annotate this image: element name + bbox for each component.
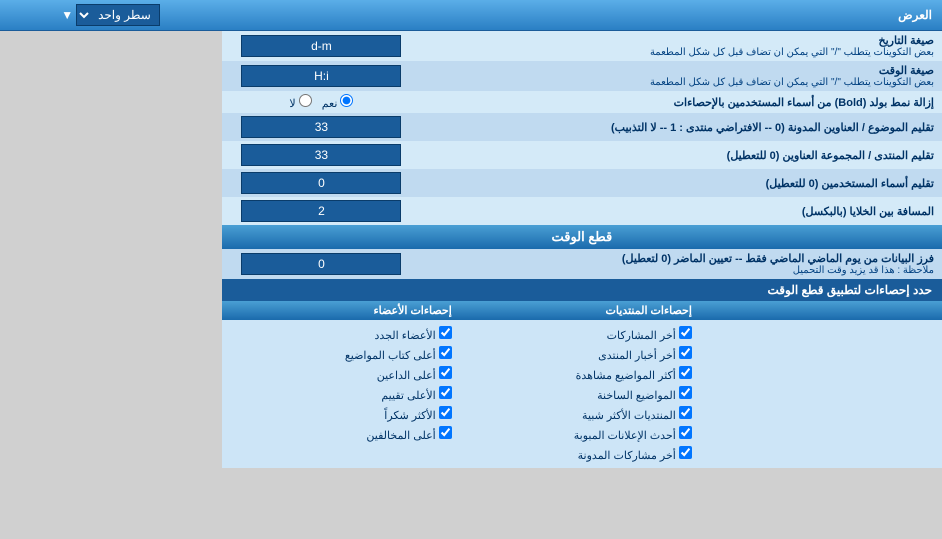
stats-empty-col — [702, 320, 942, 468]
radio-no-label: لا — [289, 94, 311, 110]
date-format-input[interactable] — [241, 35, 401, 57]
cb-top-writers[interactable] — [439, 346, 452, 359]
time-cut-input[interactable] — [241, 253, 401, 275]
cell-spacing-input[interactable] — [241, 200, 401, 222]
time-cut-row: فرز البيانات من يوم الماضي الماضي فقط --… — [0, 249, 942, 279]
cb-row-ads: أحدث الإعلانات المبوبة — [472, 424, 692, 444]
radio-yes[interactable] — [340, 94, 353, 107]
username-trim-label: تقليم أسماء المستخدمين (0 للتعطيل) — [427, 177, 934, 190]
col3-header — [702, 301, 942, 320]
stats-member-col: الأعضاء الجدد أعلى كتاب المواضيع أعلى ال… — [222, 320, 462, 468]
bold-remove-label: إزالة نمط بولد (Bold) من أسماء المستخدمي… — [427, 96, 934, 109]
stats-section: حدد إحصاءات لتطبيق قطع الوقت إحصاءات الم… — [222, 279, 942, 468]
radio-yes-label: نعم — [322, 94, 354, 110]
cb-row-shares: أخر المشاركات — [472, 324, 692, 344]
cell-spacing-row: المسافة بين الخلايا (بالبكسل) — [0, 197, 942, 225]
cb-hot[interactable] — [679, 386, 692, 399]
cb-row-blog: أخر مشاركات المدونة — [472, 444, 692, 464]
time-format-row: صيغة الوقت بعض التكوينات يتطلب "/" التي … — [0, 61, 942, 91]
time-format-input[interactable] — [241, 65, 401, 87]
time-format-label: صيغة الوقت — [427, 64, 934, 77]
display-mode-select[interactable]: سطر واحد سطرين ثلاثة أسطر — [76, 4, 160, 26]
cb-row-news: أخر أخبار المنتدى — [472, 344, 692, 364]
topic-order-label: تقليم الموضوع / العناوين المدونة (0 -- ا… — [427, 121, 934, 134]
forum-order-input[interactable] — [241, 144, 401, 166]
stats-forum-col: أخر المشاركات أخر أخبار المنتدى أكثر الم… — [462, 320, 702, 468]
cb-popular[interactable] — [679, 406, 692, 419]
stats-row: حدد إحصاءات لتطبيق قطع الوقت إحصاءات الم… — [0, 279, 942, 468]
col1-header: إحصاءات المنتديات — [462, 301, 702, 320]
cb-row-most-thanks: الأكثر شكراً — [232, 404, 452, 424]
forum-order-label: تقليم المنتدى / المجموعة العناوين (0 للت… — [427, 149, 934, 162]
cb-new-members[interactable] — [439, 326, 452, 339]
header-row: العرض سطر واحد سطرين ثلاثة أسطر ▼ — [0, 0, 942, 31]
time-format-sublabel: بعض التكوينات يتطلب "/" التي يمكن ان تضا… — [427, 77, 934, 88]
page-title: العرض — [898, 8, 932, 22]
cb-row-top-writers: أعلى كتاب المواضيع — [232, 344, 452, 364]
date-format-sublabel: بعض التكوينات يتطلب "/" التي يمكن ان تضا… — [427, 47, 934, 58]
date-format-label: صيغة التاريخ — [427, 34, 934, 47]
bold-remove-row: إزالة نمط بولد (Bold) من أسماء المستخدمي… — [0, 91, 942, 113]
cb-top-inviters[interactable] — [439, 366, 452, 379]
cb-row-top-inviters: أعلى الداعين — [232, 364, 452, 384]
stats-header: حدد إحصاءات لتطبيق قطع الوقت — [222, 279, 942, 301]
cb-row-new-members: الأعضاء الجدد — [232, 324, 452, 344]
username-trim-row: تقليم أسماء المستخدمين (0 للتعطيل) — [0, 169, 942, 197]
time-cut-label: فرز البيانات من يوم الماضي الماضي فقط --… — [427, 252, 934, 265]
col2-header: إحصاءات الأعضاء — [222, 301, 462, 320]
cb-shares[interactable] — [679, 326, 692, 339]
topic-order-row: تقليم الموضوع / العناوين المدونة (0 -- ا… — [0, 113, 942, 141]
cb-ads[interactable] — [679, 426, 692, 439]
cb-top-rated[interactable] — [439, 386, 452, 399]
cb-blog[interactable] — [679, 446, 692, 459]
cb-news[interactable] — [679, 346, 692, 359]
time-section-header-row: قطع الوقت — [0, 225, 942, 249]
time-section-title: قطع الوقت — [551, 229, 612, 244]
date-format-row: صيغة التاريخ بعض التكوينات يتطلب "/" الت… — [0, 31, 942, 62]
topic-order-input[interactable] — [241, 116, 401, 138]
username-trim-input[interactable] — [241, 172, 401, 194]
cb-most-viewed[interactable] — [679, 366, 692, 379]
cb-row-hot: المواضيع الساخنة — [472, 384, 692, 404]
stats-checkboxes-container: أخر المشاركات أخر أخبار المنتدى أكثر الم… — [222, 320, 942, 468]
cell-spacing-label: المسافة بين الخلايا (بالبكسل) — [427, 205, 934, 218]
cb-row-popular: المنتديات الأكثر شبية — [472, 404, 692, 424]
cb-row-top-violators: أعلى المخالفين — [232, 424, 452, 444]
radio-no[interactable] — [299, 94, 312, 107]
cb-row-top-rated: الأعلى تقييم — [232, 384, 452, 404]
bold-remove-radio-group: نعم لا — [228, 94, 415, 110]
cb-top-violators[interactable] — [439, 426, 452, 439]
time-cut-note: ملاحظة : هذا قد يزيد وقت التحميل — [427, 265, 934, 276]
forum-order-row: تقليم المنتدى / المجموعة العناوين (0 للت… — [0, 141, 942, 169]
cb-most-thanks[interactable] — [439, 406, 452, 419]
cb-row-most-viewed: أكثر المواضيع مشاهدة — [472, 364, 692, 384]
